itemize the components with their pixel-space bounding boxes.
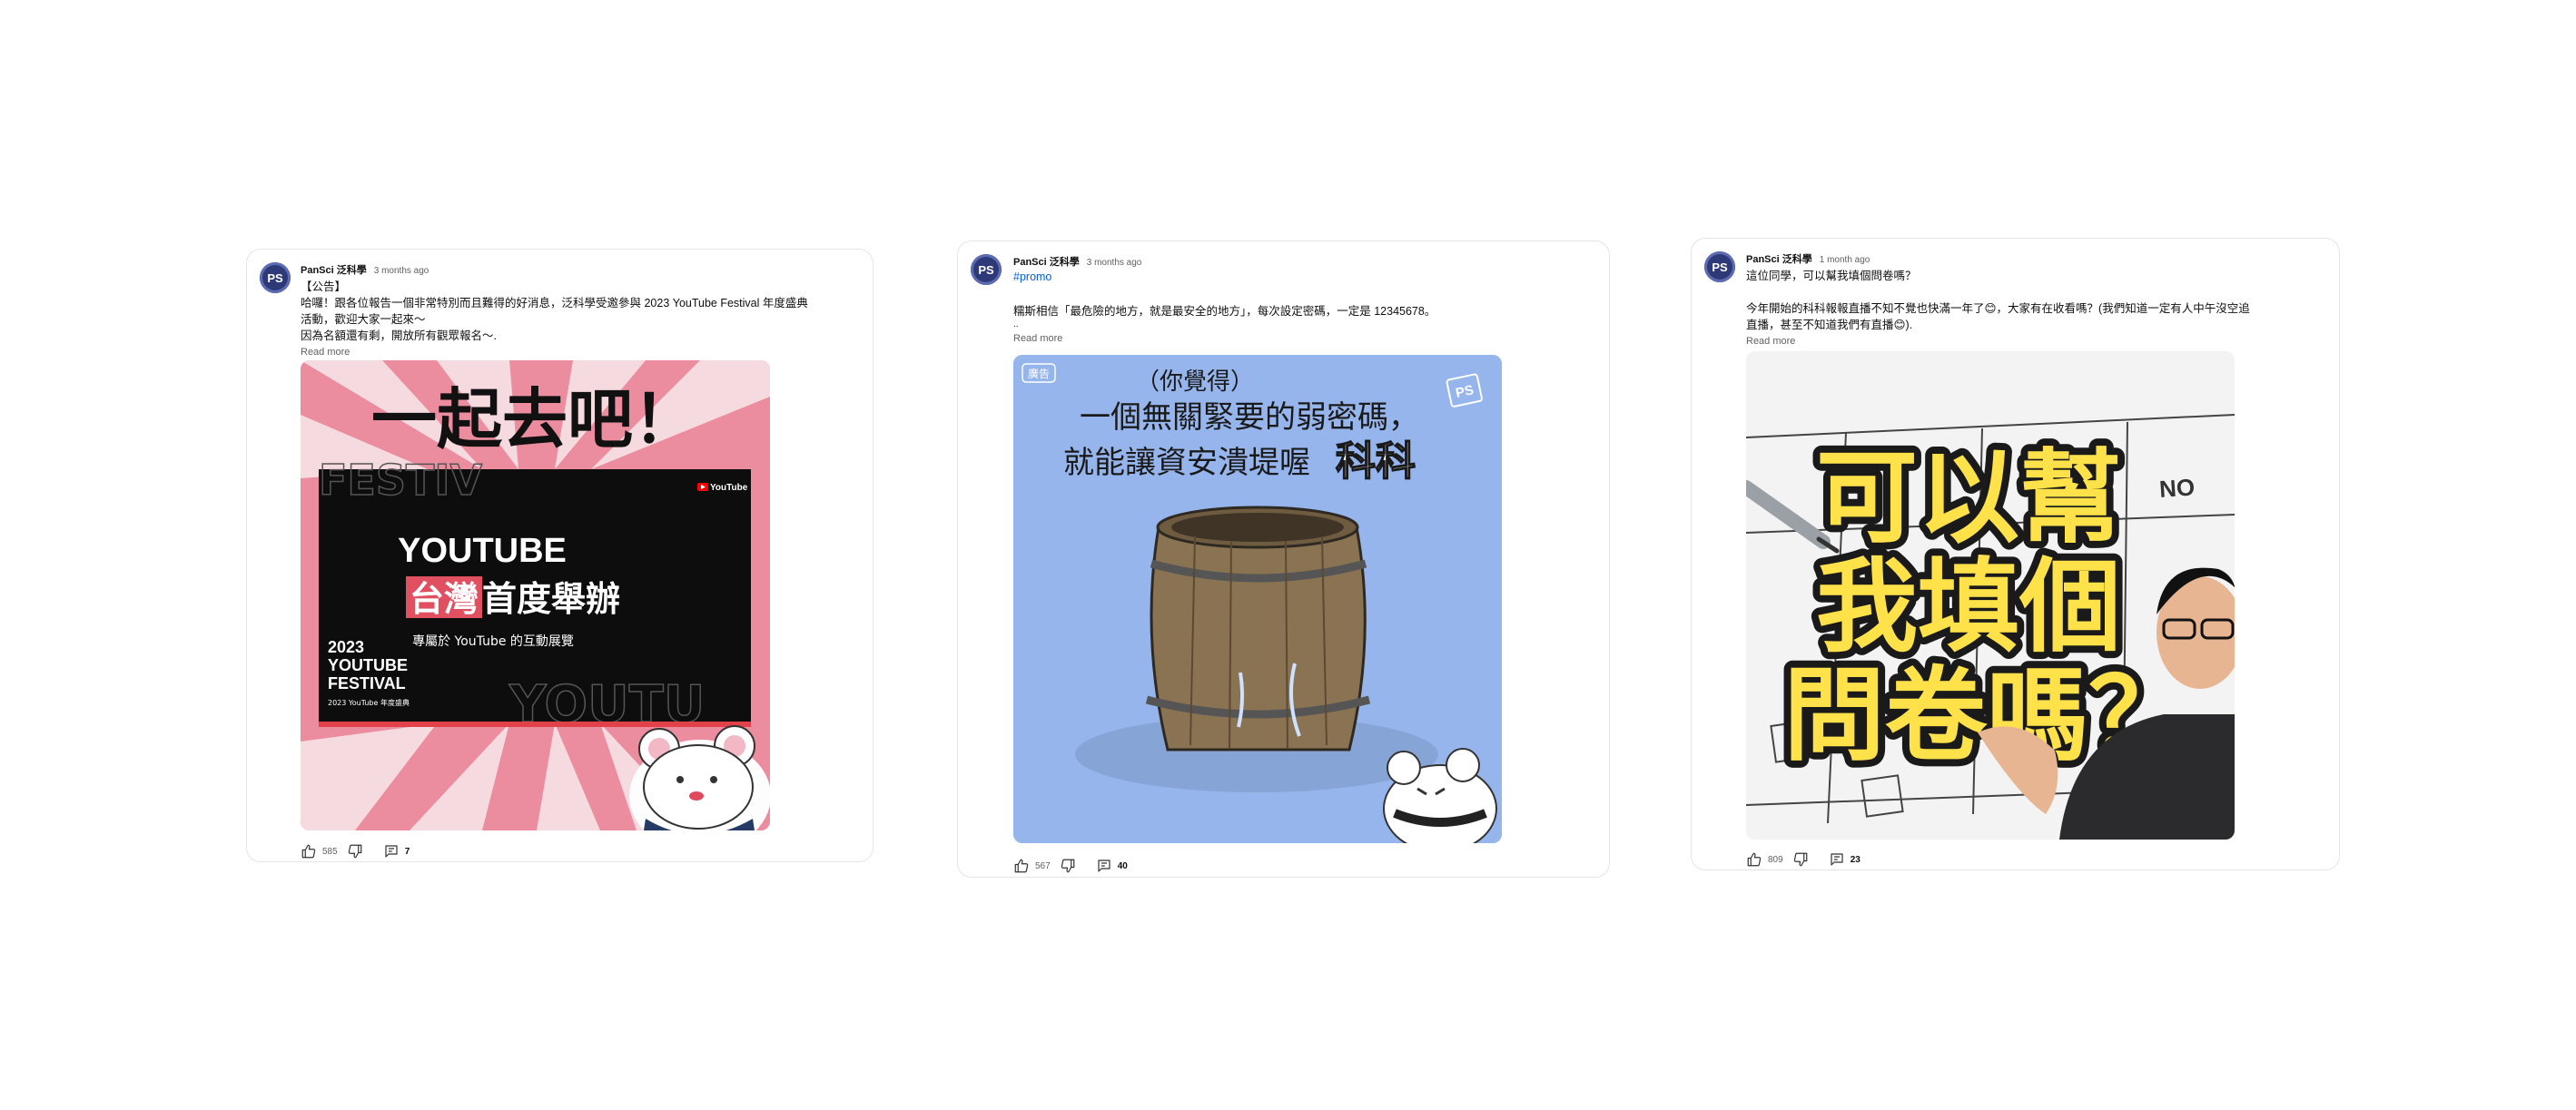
image-line2: 我填個 bbox=[1816, 548, 2121, 666]
thumb-up-icon bbox=[301, 844, 316, 859]
post-text-line: 因為名額還有剩，開放所有觀眾報名～. bbox=[301, 329, 497, 342]
read-more-link[interactable]: Read more bbox=[301, 346, 854, 359]
image-line2: 一個無關緊要的弱密碼， bbox=[1080, 399, 1419, 436]
like-button[interactable]: 585 bbox=[301, 843, 338, 860]
event-small: 2023 YouTube 年度盛典 bbox=[328, 698, 410, 707]
post-text-line: 活動，歡迎大家一起來～ bbox=[301, 313, 426, 326]
post-actions: 809 23 bbox=[1746, 851, 1860, 868]
like-count: 585 bbox=[322, 846, 338, 857]
post-content: PanSci 泛科學 1 month ago 這位同學，可以幫我填個問卷嗎？ 今… bbox=[1746, 251, 2321, 348]
post-card: PS PanSci 泛科學 3 months ago #promo 糯斯相信「最… bbox=[957, 241, 1610, 878]
comment-icon bbox=[385, 845, 398, 858]
read-more-link[interactable]: Read more bbox=[1746, 335, 2321, 348]
post-image[interactable]: 廣告 PS （你覺得） 一個無關緊要的弱密碼， 就能讓資安潰堤喔 科科 bbox=[1013, 355, 1502, 843]
post-image[interactable]: 一起去吧！ FESTIV YOUTU YouTube YOUTUBE 台灣 首度… bbox=[301, 360, 770, 830]
channel-avatar[interactable]: PS bbox=[971, 254, 1002, 285]
comments-button[interactable]: 40 bbox=[1096, 858, 1128, 874]
channel-name[interactable]: PanSci 泛科學 bbox=[1013, 254, 1080, 269]
comments-button[interactable]: 23 bbox=[1829, 851, 1860, 868]
thumb-up-icon bbox=[1014, 859, 1029, 873]
like-count: 809 bbox=[1768, 854, 1783, 865]
comment-icon bbox=[1098, 860, 1110, 872]
channel-avatar[interactable]: PS bbox=[260, 262, 291, 293]
post-time[interactable]: 3 months ago bbox=[374, 266, 429, 276]
post-text-line: 直播，甚至不知道我們有直播😊). bbox=[1746, 319, 1913, 331]
post-text-line: 今年開始的科科報報直播不知不覺也快滿一年了😊，大家有在收看嗎？(我們知道一定有人… bbox=[1746, 302, 2250, 315]
thumb-down-icon bbox=[1061, 859, 1075, 873]
post-text: 這位同學，可以幫我填個問卷嗎？ 今年開始的科科報報直播不知不覺也快滿一年了😊，大… bbox=[1746, 268, 2321, 333]
post-content: PanSci 泛科學 3 months ago 【公告】 哈囉！跟各位報告一個非… bbox=[301, 262, 854, 359]
post-text-line: 哈囉！跟各位報告一個非常特別而且難得的好消息，泛科學受邀參與 2023 YouT… bbox=[301, 297, 808, 309]
post-card: PS PanSci 泛科學 3 months ago 【公告】 哈囉！跟各位報告… bbox=[246, 249, 873, 862]
comment-count: 23 bbox=[1850, 854, 1860, 865]
event-line3: FESTIVAL bbox=[328, 674, 406, 693]
image-line1: （你覺得） bbox=[1136, 368, 1254, 396]
post-text: 糯斯相信「最危險的地方，就是最安全的地方」，每次設定密碼，一定是 1234567… bbox=[1013, 287, 1591, 330]
panel-subtitle: 首度舉辦 bbox=[482, 579, 620, 619]
ad-tag: 廣告 bbox=[1028, 368, 1050, 380]
dislike-button[interactable] bbox=[347, 843, 363, 860]
post-time[interactable]: 3 months ago bbox=[1087, 258, 1142, 268]
like-button[interactable]: 567 bbox=[1013, 858, 1051, 874]
event-line2: YOUTUBE bbox=[328, 656, 408, 674]
image-line1: 可以幫 bbox=[1816, 439, 2121, 557]
thumb-up-icon bbox=[1747, 852, 1762, 867]
post-text-line: 這位同學，可以幫我填個問卷嗎？ bbox=[1746, 270, 1917, 282]
channel-avatar[interactable]: PS bbox=[1704, 251, 1735, 282]
panel-title: YOUTUBE bbox=[398, 532, 567, 570]
yt-logo-text: YouTube bbox=[710, 483, 748, 493]
comments-button[interactable]: 7 bbox=[383, 843, 410, 860]
post-actions: 585 7 bbox=[301, 843, 410, 860]
bg-text-top: FESTIV bbox=[319, 456, 482, 505]
read-more-link[interactable]: Read more bbox=[1013, 332, 1591, 345]
post-image[interactable]: NO 可以幫 我填個 問卷嗎？ bbox=[1746, 351, 2235, 840]
comment-icon bbox=[1831, 853, 1843, 866]
post-text-line: 【公告】 bbox=[301, 280, 347, 293]
event-line1: 2023 bbox=[328, 638, 364, 656]
like-button[interactable]: 809 bbox=[1746, 851, 1783, 868]
form-no-label: NO bbox=[2158, 473, 2196, 503]
panel-highlight: 台灣 bbox=[410, 579, 479, 619]
like-count: 567 bbox=[1035, 860, 1051, 871]
image-headline: 一起去吧！ bbox=[371, 381, 698, 457]
post-text-line bbox=[1013, 287, 1591, 303]
comment-count: 40 bbox=[1117, 860, 1128, 871]
post-card: PS PanSci 泛科學 1 month ago 這位同學，可以幫我填個問卷嗎… bbox=[1691, 238, 2340, 870]
post-text-line: 糯斯相信「最危險的地方，就是最安全的地方」，每次設定密碼，一定是 1234567… bbox=[1013, 305, 1436, 318]
dislike-button[interactable] bbox=[1060, 858, 1076, 874]
post-text-line bbox=[1746, 284, 2321, 300]
dislike-button[interactable] bbox=[1792, 851, 1809, 868]
mascot-image bbox=[629, 725, 770, 830]
image-line3: 就能讓資安潰堤喔 bbox=[1063, 445, 1310, 481]
channel-name[interactable]: PanSci 泛科學 bbox=[301, 262, 367, 277]
hashtag-link[interactable]: #promo bbox=[1013, 269, 1591, 285]
comment-count: 7 bbox=[404, 846, 410, 857]
post-text: 【公告】 哈囉！跟各位報告一個非常特別而且難得的好消息，泛科學受邀參與 2023… bbox=[301, 279, 854, 344]
thumb-down-icon bbox=[348, 844, 362, 859]
post-text-line: .. bbox=[1013, 319, 1019, 329]
channel-name[interactable]: PanSci 泛科學 bbox=[1746, 251, 1812, 266]
post-content: PanSci 泛科學 3 months ago #promo 糯斯相信「最危險的… bbox=[1013, 254, 1591, 345]
thumb-down-icon bbox=[1793, 852, 1808, 867]
post-actions: 567 40 bbox=[1013, 858, 1128, 874]
panel-caption: 專屬於 YouTube 的互動展覽 bbox=[412, 634, 574, 649]
post-time[interactable]: 1 month ago bbox=[1820, 255, 1870, 265]
image-line3-emphasis: 科科 bbox=[1336, 438, 1416, 485]
